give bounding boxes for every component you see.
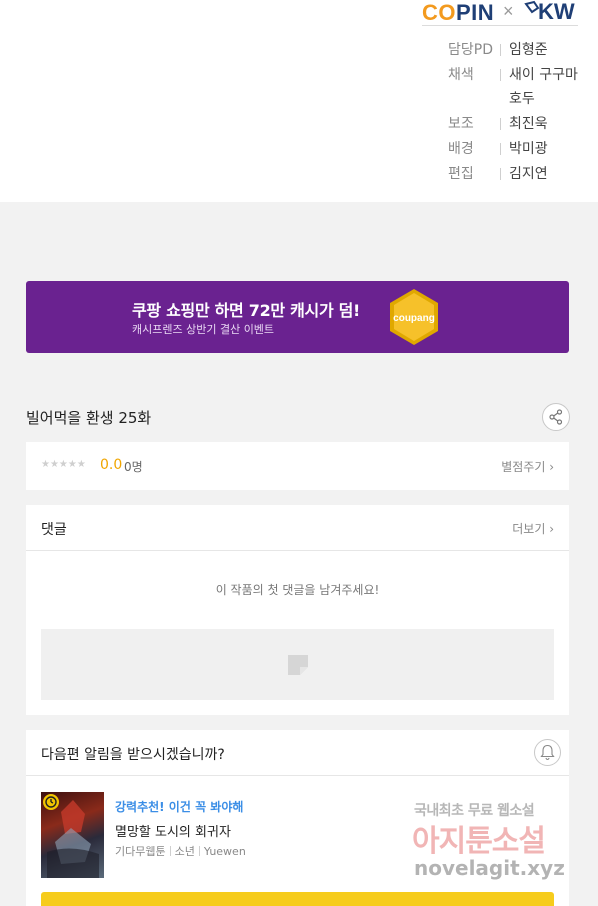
coin-label: coupang — [393, 313, 435, 324]
notify-section: 다음편 알림을 받으시겠습니까? 강력추천! 이건 꼭 봐야해 멸망할 도시의 … — [26, 730, 569, 906]
divider — [500, 168, 501, 180]
credit-row: 담당PD 임형준 — [448, 38, 598, 62]
webtoon-thumbnail — [41, 792, 104, 878]
comment-input-area[interactable] — [41, 629, 554, 700]
episode-title: 빌어먹을 환생 25화 — [26, 409, 152, 427]
credit-name: 임형준 — [509, 42, 548, 58]
divider — [169, 846, 171, 856]
coupang-coin-icon: coupang — [390, 289, 438, 345]
credit-row: 보조 최진욱 — [448, 112, 598, 136]
credits-list: 담당PD 임형준 채색 새이 구구마 호두 보조 최진욱 배경 박미광 편집 김… — [448, 38, 598, 187]
divider — [500, 143, 501, 155]
recommend-action-button[interactable] — [41, 892, 554, 906]
credit-row: 채색 새이 구구마 호두 — [448, 63, 598, 111]
comment-section: 댓글 더보기 › 이 작품의 첫 댓글을 남겨주세요! — [26, 505, 569, 715]
meta-genre: 소년 — [174, 845, 195, 858]
rating-score: 0.0 — [100, 457, 123, 473]
copin-logo: COPIN — [422, 0, 495, 25]
meta-publisher: Yuewen — [203, 845, 246, 858]
kw-logo-text: KW — [538, 0, 575, 24]
recommend-meta: 기다무웹툰 소년 Yuewen — [115, 843, 246, 859]
credit-row: 편집 김지연 — [448, 162, 598, 186]
credit-role: 채색 — [448, 67, 474, 83]
credit-name: 새이 구구마 호두 — [509, 67, 578, 107]
banner-subline: 캐시프렌즈 상반기 결산 이벤트 — [132, 323, 275, 336]
rate-button[interactable]: 별점주기 › — [501, 458, 554, 475]
credits-panel: COPIN × KW 담당PD 임형준 채색 새이 구구마 호두 보조 최진욱 … — [0, 0, 598, 202]
divider — [500, 118, 501, 130]
credit-name: 김지연 — [509, 166, 548, 182]
comment-more-link[interactable]: 더보기 › — [512, 520, 554, 537]
notify-bell-button[interactable] — [534, 739, 561, 766]
notify-question: 다음편 알림을 받으시겠습니까? — [41, 747, 225, 763]
event-banner[interactable]: 쿠팡 쇼핑만 하면 72만 캐시가 덤! 캐시프렌즈 상반기 결산 이벤트 co… — [26, 281, 569, 353]
divider — [500, 69, 501, 81]
rating-stars: ★★★★★ — [41, 459, 86, 470]
recommend-badge: 강력추천! 이건 꼭 봐야해 — [115, 800, 244, 814]
comment-empty-message: 이 작품의 첫 댓글을 남겨주세요! — [215, 583, 380, 597]
comment-placeholder-icon — [288, 655, 308, 675]
wait-free-clock-icon — [43, 794, 59, 810]
kw-logo: KW — [524, 0, 578, 24]
credit-role: 편집 — [448, 166, 474, 182]
publisher-logos: COPIN × KW — [422, 0, 578, 26]
bell-icon — [540, 744, 555, 761]
share-button[interactable] — [542, 403, 570, 431]
credit-row: 배경 박미광 — [448, 137, 598, 161]
credit-name: 최진욱 — [509, 116, 548, 132]
credit-name: 박미광 — [509, 141, 548, 157]
rating-card: ★★★★★ 0.0 0명 별점주기 › — [26, 442, 569, 490]
notify-header: 다음편 알림을 받으시겠습니까? — [26, 730, 569, 776]
share-icon — [549, 409, 563, 425]
recommend-title: 멸망할 도시의 회귀자 — [115, 825, 231, 840]
divider — [198, 846, 200, 856]
rating-count: 0명 — [124, 460, 143, 474]
recommended-webtoon[interactable]: 강력추천! 이건 꼭 봐야해 멸망할 도시의 회귀자 기다무웹툰 소년 Yuewen — [41, 792, 554, 878]
credit-role: 보조 — [448, 116, 474, 132]
credit-role: 배경 — [448, 141, 474, 157]
banner-headline: 쿠팡 쇼핑만 하면 72만 캐시가 덤! — [132, 301, 361, 320]
comment-header: 댓글 더보기 › — [26, 505, 569, 551]
credit-role: 담당PD — [448, 42, 493, 58]
meta-type: 기다무웹툰 — [115, 845, 166, 858]
comment-title: 댓글 — [41, 522, 67, 538]
divider — [500, 44, 501, 56]
logo-cross: × — [503, 1, 514, 21]
